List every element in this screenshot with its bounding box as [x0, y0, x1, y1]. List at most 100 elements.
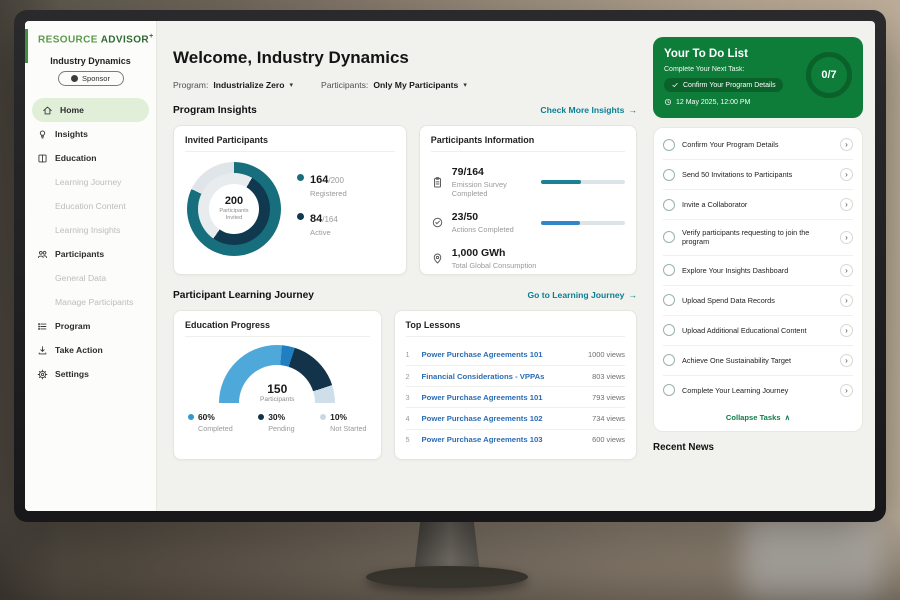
program-filter-label: Program: — [173, 80, 208, 90]
card-title: Education Progress — [185, 320, 370, 337]
sidebar-item-participants[interactable]: Participants — [25, 242, 156, 266]
sidebar-item-take-action[interactable]: Take Action — [25, 338, 156, 362]
task-checkbox[interactable] — [663, 169, 675, 181]
caret-up-icon: ∧ — [785, 413, 791, 422]
chevron-right-icon[interactable]: › — [840, 354, 853, 367]
gear-icon — [37, 369, 48, 380]
task-row[interactable]: Complete Your Learning Journey › — [663, 376, 853, 405]
sidebar-item-label: Participants — [55, 249, 104, 259]
education-gauge-chart: 150 Participants — [219, 345, 335, 403]
task-checkbox[interactable] — [663, 264, 675, 276]
brand-accent-bar — [25, 29, 28, 63]
chevron-right-icon[interactable]: › — [840, 324, 853, 337]
sidebar-item-program[interactable]: Program — [25, 314, 156, 338]
sidebar-item-insights[interactable]: Insights — [25, 122, 156, 146]
sidebar-item-label: Learning Journey — [55, 177, 121, 187]
go-to-learning-journey-link[interactable]: Go to Learning Journey → — [527, 290, 637, 300]
task-row[interactable]: Invite a Collaborator › — [663, 190, 853, 220]
sidebar-item-label: Education — [55, 153, 97, 163]
chevron-right-icon[interactable]: › — [840, 384, 853, 397]
task-checkbox[interactable] — [663, 231, 675, 243]
chevron-right-icon[interactable]: › — [840, 138, 853, 151]
arrow-right-icon: → — [628, 290, 637, 300]
lesson-link[interactable]: Power Purchase Agreements 101 — [422, 350, 581, 359]
task-row[interactable]: Verify participants requesting to join t… — [663, 220, 853, 256]
chevron-right-icon[interactable]: › — [840, 231, 853, 244]
task-checkbox[interactable] — [663, 324, 675, 336]
chevron-right-icon[interactable]: › — [840, 198, 853, 211]
stat-global-consumption: 1,000 GWh Total Global Consumption — [431, 241, 625, 275]
task-row[interactable]: Upload Spend Data Records › — [663, 286, 853, 316]
sidebar-item-label: Learning Insights — [55, 225, 120, 235]
sidebar-item-learning-journey[interactable]: Learning Journey — [25, 170, 156, 194]
legend-not-started: 10% Not Started — [320, 412, 366, 433]
sidebar-item-label: Insights — [55, 129, 88, 139]
sidebar-item-learning-insights[interactable]: Learning Insights — [25, 218, 156, 242]
task-row[interactable]: Confirm Your Program Details › — [663, 130, 853, 160]
chevron-down-icon: ▾ — [463, 81, 467, 89]
program-dropdown[interactable]: Program: Industrialize Zero ▾ — [173, 80, 293, 90]
book-icon — [37, 153, 48, 164]
lesson-link[interactable]: Financial Considerations - VPPAs — [422, 372, 585, 381]
legend-registered: 164/200 Registered — [297, 170, 347, 198]
download-arrow-icon — [37, 345, 48, 356]
monitor-bezel: RESOURCE ADVISOR+ Industry Dynamics Spon… — [14, 10, 886, 522]
task-row[interactable]: Upload Additional Educational Content › — [663, 316, 853, 346]
collapse-tasks-button[interactable]: Collapse Tasks ∧ — [663, 405, 853, 429]
sponsor-label: Sponsor — [82, 74, 110, 83]
sidebar-item-label: Home — [60, 105, 84, 115]
task-row[interactable]: Explore Your Insights Dashboard › — [663, 256, 853, 286]
section-title: Participant Learning Journey — [173, 290, 314, 301]
lesson-link[interactable]: Power Purchase Agreements 101 — [422, 393, 585, 402]
sidebar-item-general-data[interactable]: General Data — [25, 266, 156, 290]
people-icon — [37, 249, 48, 260]
check-circle-icon — [431, 216, 444, 229]
legend-pending: 30% Pending — [258, 412, 294, 433]
sidebar-item-label: Take Action — [55, 345, 103, 355]
card-title: Participants Information — [431, 135, 625, 152]
sidebar-item-label: General Data — [55, 273, 106, 283]
learning-journey-header: Participant Learning Journey Go to Learn… — [173, 290, 637, 301]
chevron-right-icon[interactable]: › — [840, 168, 853, 181]
task-checkbox[interactable] — [663, 139, 675, 151]
next-task-chip[interactable]: Confirm Your Program Details — [664, 78, 783, 92]
participants-dropdown[interactable]: Participants: Only My Participants ▾ — [321, 80, 467, 90]
invited-donut-chart: 200 Participants Invited — [187, 162, 281, 256]
sidebar-item-settings[interactable]: Settings — [25, 362, 156, 386]
recent-news-title: Recent News — [653, 442, 863, 453]
lesson-link[interactable]: Power Purchase Agreements 102 — [422, 414, 585, 423]
app-logo: RESOURCE ADVISOR+ — [25, 33, 156, 45]
chevron-right-icon[interactable]: › — [840, 294, 853, 307]
task-row[interactable]: Send 50 Invitations to Participants › — [663, 160, 853, 190]
program-insights-cards: Invited Participants 200 Participants In… — [173, 125, 637, 275]
donut-center: 200 Participants Invited — [209, 184, 259, 234]
todo-summary-card: Your To Do List Complete Your Next Task:… — [653, 37, 863, 118]
next-task-due: 12 May 2025, 12:00 PM — [664, 98, 852, 106]
chevron-right-icon[interactable]: › — [840, 264, 853, 277]
task-checkbox[interactable] — [663, 384, 675, 396]
main-content: Welcome, Industry Dynamics Program: Indu… — [157, 21, 651, 511]
sidebar: RESOURCE ADVISOR+ Industry Dynamics Spon… — [25, 21, 157, 511]
donut-center-label: Participants Invited — [214, 208, 254, 223]
legend-dot-blue — [188, 414, 194, 420]
logo-advisor: ADVISOR — [101, 34, 149, 45]
sidebar-nav: Home Insights Education Learning Journey — [25, 98, 156, 386]
sidebar-item-education-content[interactable]: Education Content — [25, 194, 156, 218]
lesson-link[interactable]: Power Purchase Agreements 103 — [422, 435, 585, 444]
task-checkbox[interactable] — [663, 199, 675, 211]
clipboard-icon — [431, 176, 444, 189]
sidebar-item-education[interactable]: Education — [25, 146, 156, 170]
task-row[interactable]: Achieve One Sustainability Target › — [663, 346, 853, 376]
home-icon — [42, 105, 53, 116]
sponsor-badge[interactable]: Sponsor — [58, 71, 124, 86]
card-title: Top Lessons — [406, 320, 625, 337]
task-checkbox[interactable] — [663, 354, 675, 366]
check-more-insights-link[interactable]: Check More Insights → — [540, 105, 637, 115]
gauge-legend: 60% Completed 30% Pending 10% Not Starte… — [185, 412, 370, 433]
participants-filter-value: Only My Participants — [373, 80, 458, 90]
sidebar-item-home[interactable]: Home — [32, 98, 149, 122]
task-checkbox[interactable] — [663, 294, 675, 306]
sidebar-item-manage-participants[interactable]: Manage Participants — [25, 290, 156, 314]
lesson-row: 3 Power Purchase Agreements 101 793 view… — [406, 387, 625, 408]
top-lessons-card: Top Lessons 1 Power Purchase Agreements … — [394, 310, 637, 460]
